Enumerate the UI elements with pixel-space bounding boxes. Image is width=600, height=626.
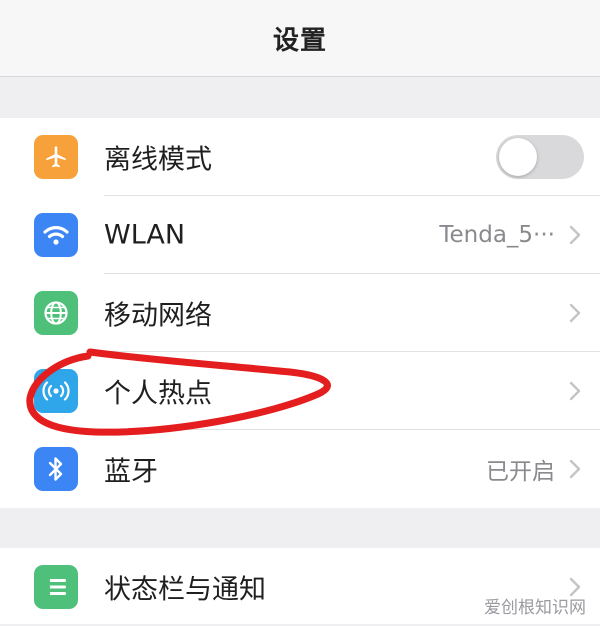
settings-item-airplane-mode[interactable]: 离线模式 [0, 118, 600, 196]
hotspot-icon [34, 369, 78, 413]
settings-item-mobile-network[interactable]: 移动网络 [0, 274, 600, 352]
chevron-right-icon [569, 381, 581, 401]
wlan-label: WLAN [104, 219, 186, 251]
bluetooth-icon [34, 447, 78, 491]
wlan-network-value: Tenda_5··· [439, 222, 555, 248]
chevron-right-icon [569, 225, 581, 245]
settings-header: 设置 [0, 0, 600, 77]
mobile-network-label: 移动网络 [104, 300, 212, 332]
globe-icon [34, 291, 78, 335]
settings-item-personal-hotspot[interactable]: 个人热点 [0, 352, 600, 430]
airplane-mode-label: 离线模式 [104, 144, 212, 176]
status-bar-notifications-label: 状态栏与通知 [104, 574, 266, 606]
watermark-text: 爱创根知识网 [484, 598, 586, 618]
wifi-icon [34, 213, 78, 257]
bluetooth-status-value: 已开启 [486, 459, 555, 485]
chevron-right-icon [569, 303, 581, 323]
page-title: 设置 [272, 25, 327, 56]
chevron-right-icon [569, 459, 581, 479]
settings-item-bluetooth[interactable]: 蓝牙 已开启 [0, 430, 600, 508]
bluetooth-label: 蓝牙 [104, 456, 158, 488]
toggle-knob [499, 138, 537, 176]
notification-list-icon [34, 565, 78, 609]
settings-item-wlan[interactable]: WLAN Tenda_5··· [0, 196, 600, 274]
airplane-mode-toggle[interactable] [496, 135, 584, 179]
personal-hotspot-label: 个人热点 [104, 378, 212, 410]
settings-group-connectivity: 离线模式 WLAN Tenda_5··· 移动网络 个人热点 蓝牙 已开启 [0, 118, 600, 508]
airplane-icon [34, 135, 78, 179]
